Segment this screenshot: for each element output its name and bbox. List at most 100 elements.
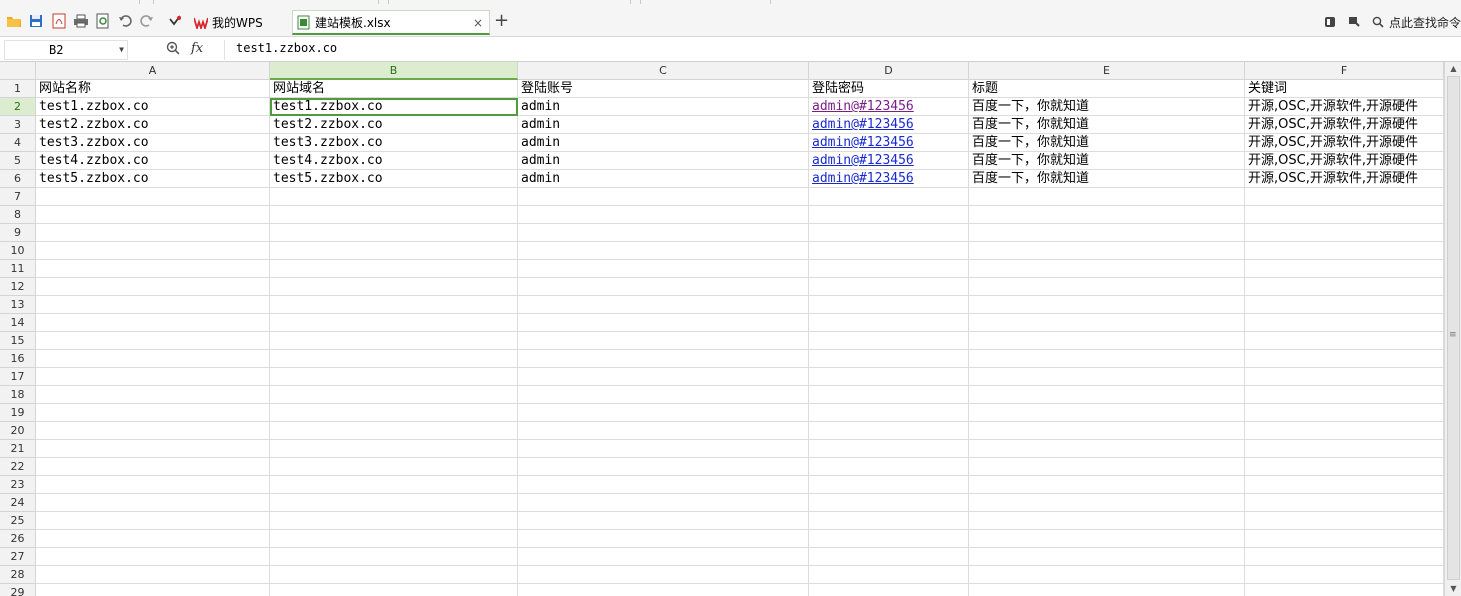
cell-b19[interactable] [270, 404, 518, 422]
cell-f6[interactable]: 开源,OSC,开源软件,开源硬件 [1245, 170, 1444, 188]
cell-a5[interactable]: test4.zzbox.co [36, 152, 270, 170]
cell-d14[interactable] [809, 314, 969, 332]
cell-f8[interactable] [1245, 206, 1444, 224]
cell-c15[interactable] [518, 332, 809, 350]
cell-e12[interactable] [969, 278, 1245, 296]
share-icon[interactable] [1346, 14, 1362, 30]
cell-e7[interactable] [969, 188, 1245, 206]
cell-f2[interactable]: 开源,OSC,开源软件,开源硬件 [1245, 98, 1444, 116]
row-header[interactable]: 17 [0, 368, 36, 386]
name-box[interactable]: B2 ▼ [4, 40, 128, 60]
tab-my-wps[interactable]: 我的WPS [190, 10, 288, 35]
cell-b18[interactable] [270, 386, 518, 404]
cell-a13[interactable] [36, 296, 270, 314]
row-header[interactable]: 1 [0, 80, 36, 98]
print-preview-icon[interactable] [94, 12, 112, 30]
cell-a21[interactable] [36, 440, 270, 458]
cell-e19[interactable] [969, 404, 1245, 422]
cell-d8[interactable] [809, 206, 969, 224]
column-header-e[interactable]: E [969, 62, 1245, 80]
cell-d3[interactable]: admin@#123456 [809, 116, 969, 134]
row-header[interactable]: 5 [0, 152, 36, 170]
row-header[interactable]: 4 [0, 134, 36, 152]
cell-a2[interactable]: test1.zzbox.co [36, 98, 270, 116]
cell-e17[interactable] [969, 368, 1245, 386]
cell-f13[interactable] [1245, 296, 1444, 314]
new-tab-button[interactable]: + [494, 12, 509, 30]
cell-b23[interactable] [270, 476, 518, 494]
cell-f14[interactable] [1245, 314, 1444, 332]
cell-b6[interactable]: test5.zzbox.co [270, 170, 518, 188]
cell-a12[interactable] [36, 278, 270, 296]
row-header[interactable]: 18 [0, 386, 36, 404]
cell-f20[interactable] [1245, 422, 1444, 440]
cell-b14[interactable] [270, 314, 518, 332]
row-header[interactable]: 23 [0, 476, 36, 494]
cell-a15[interactable] [36, 332, 270, 350]
cell-b17[interactable] [270, 368, 518, 386]
row-header[interactable]: 15 [0, 332, 36, 350]
column-header-d[interactable]: D [809, 62, 969, 80]
cell-b2[interactable]: test1.zzbox.co [270, 98, 518, 116]
open-folder-icon[interactable] [5, 12, 23, 30]
cell-d9[interactable] [809, 224, 969, 242]
row-header[interactable]: 25 [0, 512, 36, 530]
cell-c8[interactable] [518, 206, 809, 224]
cell-b28[interactable] [270, 566, 518, 584]
cell-f10[interactable] [1245, 242, 1444, 260]
cell-e20[interactable] [969, 422, 1245, 440]
cell-d23[interactable] [809, 476, 969, 494]
cell-b21[interactable] [270, 440, 518, 458]
cell-f19[interactable] [1245, 404, 1444, 422]
cell-f3[interactable]: 开源,OSC,开源软件,开源硬件 [1245, 116, 1444, 134]
cell-b10[interactable] [270, 242, 518, 260]
cell-e28[interactable] [969, 566, 1245, 584]
cell-a7[interactable] [36, 188, 270, 206]
cell-d7[interactable] [809, 188, 969, 206]
cell-f23[interactable] [1245, 476, 1444, 494]
cell-a8[interactable] [36, 206, 270, 224]
cell-d17[interactable] [809, 368, 969, 386]
cell-d10[interactable] [809, 242, 969, 260]
cell-e23[interactable] [969, 476, 1245, 494]
row-header[interactable]: 8 [0, 206, 36, 224]
row-header[interactable]: 29 [0, 584, 36, 596]
cell-b12[interactable] [270, 278, 518, 296]
customize-icon[interactable] [166, 12, 184, 30]
cell-d19[interactable] [809, 404, 969, 422]
cell-a3[interactable]: test2.zzbox.co [36, 116, 270, 134]
cell-f9[interactable] [1245, 224, 1444, 242]
cell-a19[interactable] [36, 404, 270, 422]
cell-f25[interactable] [1245, 512, 1444, 530]
cell-a1[interactable]: 网站名称 [36, 80, 270, 98]
cell-c21[interactable] [518, 440, 809, 458]
cell-c29[interactable] [518, 584, 809, 596]
cell-f28[interactable] [1245, 566, 1444, 584]
cell-c11[interactable] [518, 260, 809, 278]
cell-c22[interactable] [518, 458, 809, 476]
cell-f12[interactable] [1245, 278, 1444, 296]
cell-e10[interactable] [969, 242, 1245, 260]
cell-a25[interactable] [36, 512, 270, 530]
cell-e13[interactable] [969, 296, 1245, 314]
row-header[interactable]: 6 [0, 170, 36, 188]
close-tab-icon[interactable]: × [473, 16, 483, 30]
cell-e5[interactable]: 百度一下，你就知道 [969, 152, 1245, 170]
cell-f17[interactable] [1245, 368, 1444, 386]
formula-input[interactable]: test1.zzbox.co [236, 41, 337, 55]
row-header[interactable]: 7 [0, 188, 36, 206]
cell-a9[interactable] [36, 224, 270, 242]
row-header[interactable]: 27 [0, 548, 36, 566]
cell-d20[interactable] [809, 422, 969, 440]
cell-d24[interactable] [809, 494, 969, 512]
cell-c7[interactable] [518, 188, 809, 206]
cell-d21[interactable] [809, 440, 969, 458]
cell-b22[interactable] [270, 458, 518, 476]
cell-e18[interactable] [969, 386, 1245, 404]
select-all-corner[interactable] [0, 62, 36, 80]
row-header[interactable]: 10 [0, 242, 36, 260]
cell-c3[interactable]: admin [518, 116, 809, 134]
cell-c19[interactable] [518, 404, 809, 422]
cell-e3[interactable]: 百度一下，你就知道 [969, 116, 1245, 134]
vertical-scrollbar[interactable]: ▲ ≡ ▼ [1444, 62, 1461, 596]
